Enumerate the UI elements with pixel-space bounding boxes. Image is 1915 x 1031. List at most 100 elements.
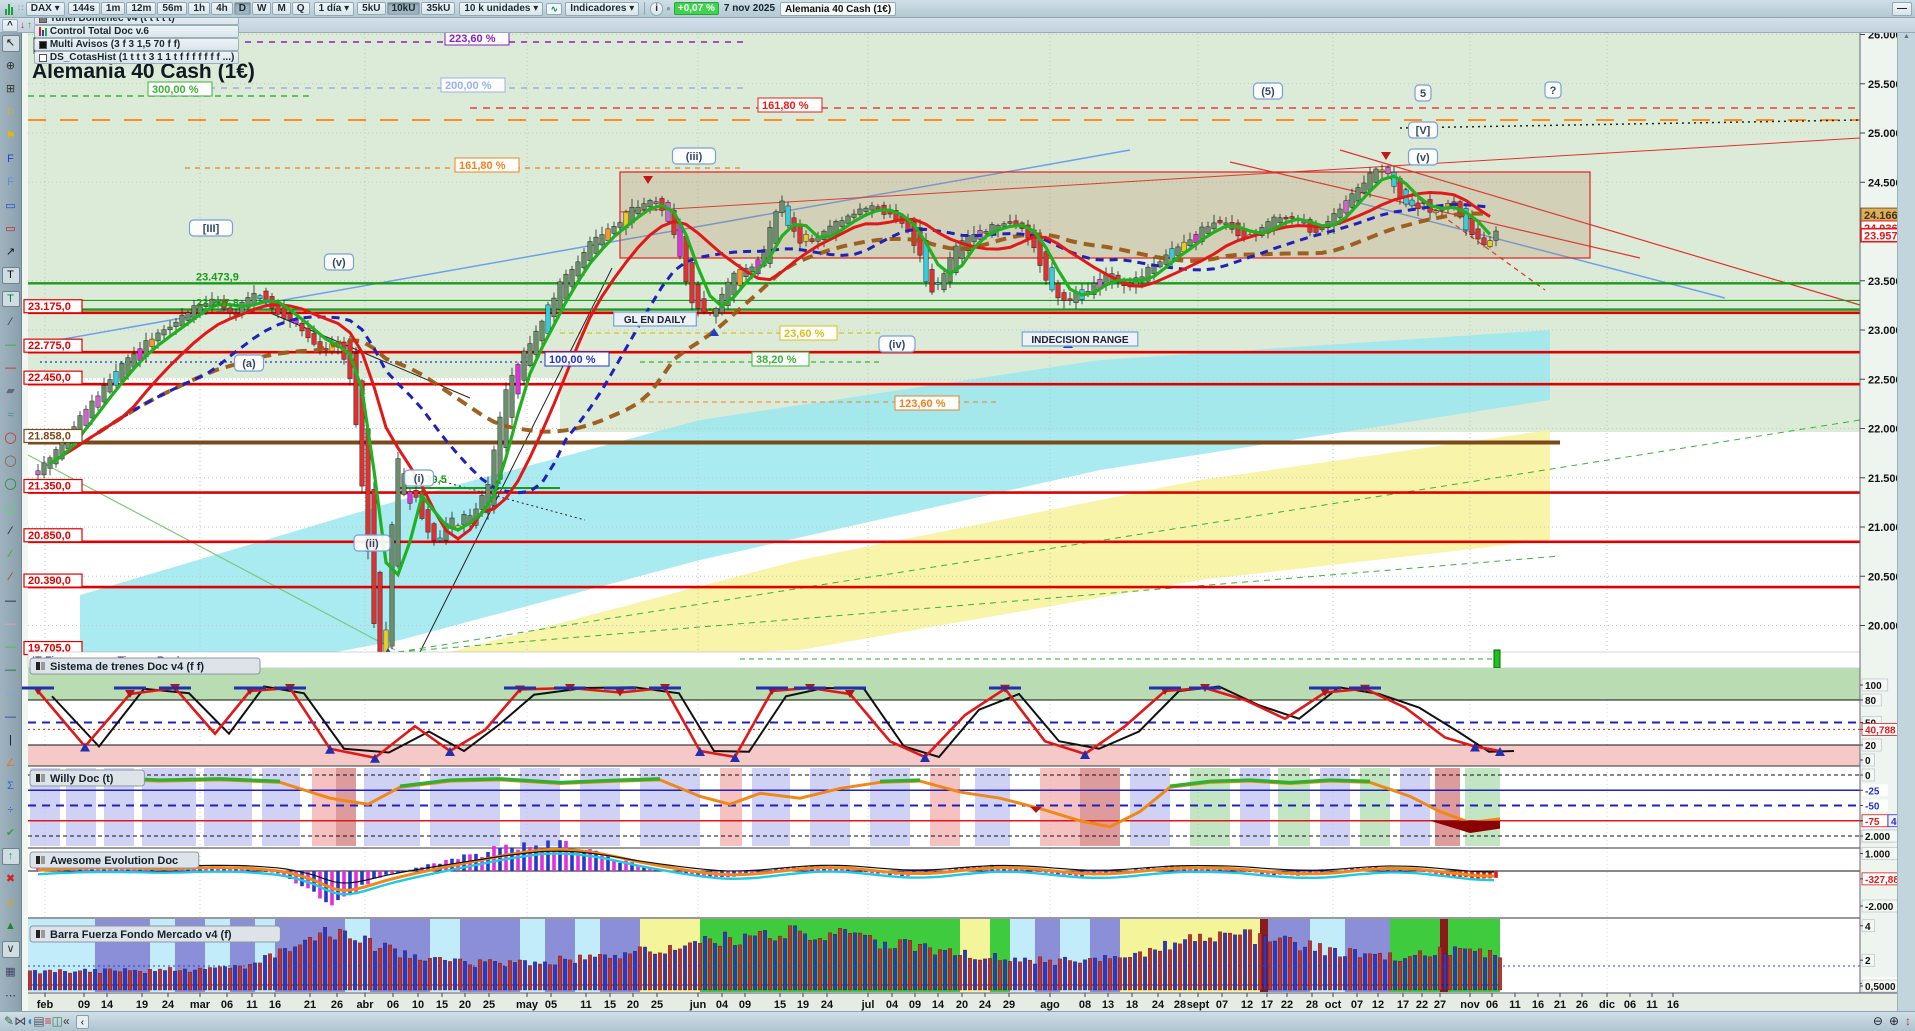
price-up-icon[interactable]: ↑ [27, 20, 32, 31]
checkbox-icon[interactable] [38, 40, 47, 49]
instrument-selector[interactable]: DAX ▾ [25, 1, 65, 16]
rect-blue-icon[interactable]: ▭ [2, 198, 20, 215]
doc-export-icon[interactable]: ▦ [2, 965, 20, 982]
timeframe-button-w[interactable]: W [251, 1, 272, 15]
timeframe-button-144s[interactable]: 144s [67, 1, 100, 15]
rect-red-icon[interactable]: ▭ [2, 221, 20, 238]
pan-icon[interactable]: ↕ [1905, 1014, 1911, 1028]
alarm-icon[interactable]: ⚑ [2, 128, 20, 145]
back-fast-icon[interactable]: « [63, 1014, 70, 1028]
period-dropdown[interactable]: 1 día ▾ [313, 1, 355, 16]
toolbar-grip[interactable]: ∷ [18, 3, 24, 14]
save-icon[interactable]: ◫ [52, 1014, 63, 1028]
line-red-icon[interactable]: ∕ [2, 569, 20, 586]
segment-icon[interactable]: ∕ [2, 314, 20, 331]
svg-text:16: 16 [269, 999, 281, 1011]
svg-text:08: 08 [1079, 999, 1091, 1011]
date-label: 7 nov 2025 [723, 3, 776, 14]
check-icon[interactable]: ✔ [2, 825, 20, 842]
zoom-out-icon[interactable]: ⊖ [1873, 1014, 1883, 1028]
hline-darkgreen-icon[interactable]: ― [2, 662, 20, 679]
text-icon[interactable]: T [1, 267, 20, 285]
divide-tool-icon[interactable]: ÷ [2, 802, 20, 819]
svg-text:4: 4 [1865, 922, 1871, 933]
ellipse-brown-icon[interactable]: ◯ [2, 453, 20, 470]
panel-tab[interactable]: Willy Doc (t) [29, 769, 145, 787]
timeframe-button-m[interactable]: M [272, 1, 291, 15]
zoom-icon[interactable]: ⊕ [2, 58, 20, 75]
fib-projection-icon[interactable]: F [2, 174, 20, 191]
overlay-item-ds-cotashist[interactable]: DS_CotasHist (1 t t t 3 1 1 t f f f f f … [33, 51, 240, 64]
hline-red-dot-icon[interactable]: ― [2, 360, 20, 377]
app-logo-icon [3, 3, 15, 15]
timeframe-button-1h[interactable]: 1h [188, 1, 211, 15]
panel-tab[interactable]: Sistema de trenes Doc v4 (f f) [29, 657, 261, 675]
hline-brightgreen-icon[interactable]: ― [2, 639, 20, 656]
overlay-item-multi-avisos[interactable]: Multi Avisos (3 f 3 1,5 70 f f) [33, 38, 240, 51]
cursor-tool[interactable]: ↖ [1, 35, 20, 52]
more-icon[interactable]: ⋯ [2, 988, 20, 1005]
timeframe-button-4h[interactable]: 4h [211, 1, 233, 15]
ellipse-green-icon[interactable]: ◯ [2, 477, 20, 494]
hline-black-icon[interactable]: ― [2, 593, 20, 610]
sum-tool-icon[interactable]: Σ [2, 779, 20, 796]
line-black-icon[interactable]: ∕ [2, 523, 20, 540]
svg-text:15: 15 [774, 999, 786, 1011]
line-lightblue-icon[interactable]: ― [2, 686, 20, 703]
pencil-icon[interactable]: ✎ [4, 1014, 14, 1028]
vline-icon[interactable]: | [2, 732, 20, 749]
line-navy-icon[interactable]: ― [2, 709, 20, 726]
overlay-item-control-total[interactable]: Control Total Doc v.6 [33, 25, 240, 38]
indicators-button[interactable]: Indicadores ▾ [565, 1, 640, 16]
scroll-left-button[interactable]: ‹ [75, 1014, 90, 1029]
unit-button-35ku[interactable]: 35kU [421, 1, 456, 15]
panel-collapse-button[interactable]: ^ [2, 18, 18, 32]
minimize-button[interactable]: — [1892, 1, 1912, 16]
svg-text:22.775,0: 22.775,0 [28, 340, 71, 352]
share-icon[interactable]: ⋈ [14, 1014, 26, 1028]
pattern-icon[interactable]: ≈ [2, 407, 20, 424]
alarm-add-icon[interactable]: ⚐ [2, 105, 20, 122]
timeframe-button-12m[interactable]: 12m [126, 1, 157, 15]
timeframe-button-d[interactable]: D [233, 1, 251, 15]
zoom-area-icon[interactable]: ⊞ [2, 82, 20, 99]
arrow-icon[interactable]: ↗ [2, 244, 20, 261]
panel-tab[interactable]: Barra Fuerza Fondo Mercado v4 (f) [29, 925, 281, 943]
ellipse-lightgreen-icon[interactable]: ◯ [2, 500, 20, 517]
zoom-in-icon[interactable]: ⊕ [1889, 1014, 1899, 1028]
checkbox-icon[interactable] [38, 53, 47, 62]
text-bubble-icon[interactable]: T [1, 290, 20, 308]
compare-icon[interactable]: ≡ [45, 1014, 52, 1028]
line-green-icon[interactable]: ∕ [2, 546, 20, 563]
svg-text:22: 22 [1416, 999, 1428, 1011]
collapse-icon[interactable]: ∨ [1, 941, 20, 959]
svg-text:20: 20 [459, 999, 471, 1011]
svg-text:Willy Doc (t): Willy Doc (t) [50, 773, 114, 785]
ellipse-red-icon[interactable]: ◯ [2, 430, 20, 447]
price-down-icon[interactable]: ↓ [20, 20, 25, 31]
panel-tab[interactable]: Awesome Evolution Doc [29, 851, 200, 869]
timeframe-button-56m[interactable]: 56m [157, 1, 188, 15]
units-dropdown[interactable]: 10 k unidades ▾ [459, 1, 544, 16]
svg-text:11: 11 [580, 999, 592, 1011]
info-button[interactable]: i [650, 1, 664, 16]
angle-icon[interactable]: ∠ [2, 755, 20, 772]
chart-area[interactable]: 23.175,0 22.775,0 22.450,0 21.858,0 21.350,0… [22, 30, 1915, 1011]
arrow-up-icon[interactable]: ▲ [2, 918, 20, 935]
timeframe-button-q[interactable]: Q [291, 1, 310, 15]
timeframe-button-1m[interactable]: 1m [100, 1, 126, 15]
right-scroll-strip[interactable]: ▲ [1897, 33, 1915, 1011]
unit-button-5ku[interactable]: 5kU [357, 1, 386, 15]
x-icon[interactable]: ✖ [2, 872, 20, 889]
warning-icon[interactable]: ⚠ [2, 895, 20, 912]
svg-text:200,00 %: 200,00 % [445, 80, 492, 92]
document-icon[interactable]: ▤ [33, 1014, 44, 1028]
unit-button-10ku[interactable]: 10kU [386, 1, 421, 15]
hline-pink-icon[interactable]: ― [2, 616, 20, 633]
svg-text:0: 0 [1865, 771, 1871, 782]
thumb-up-icon[interactable]: ↑ [1, 848, 20, 866]
fib-retracement-icon[interactable]: F [2, 151, 20, 168]
hline-green-dot-icon[interactable]: ― [2, 337, 20, 354]
svg-text:may: may [516, 999, 539, 1011]
ruler-icon[interactable]: ▰ [2, 384, 20, 401]
